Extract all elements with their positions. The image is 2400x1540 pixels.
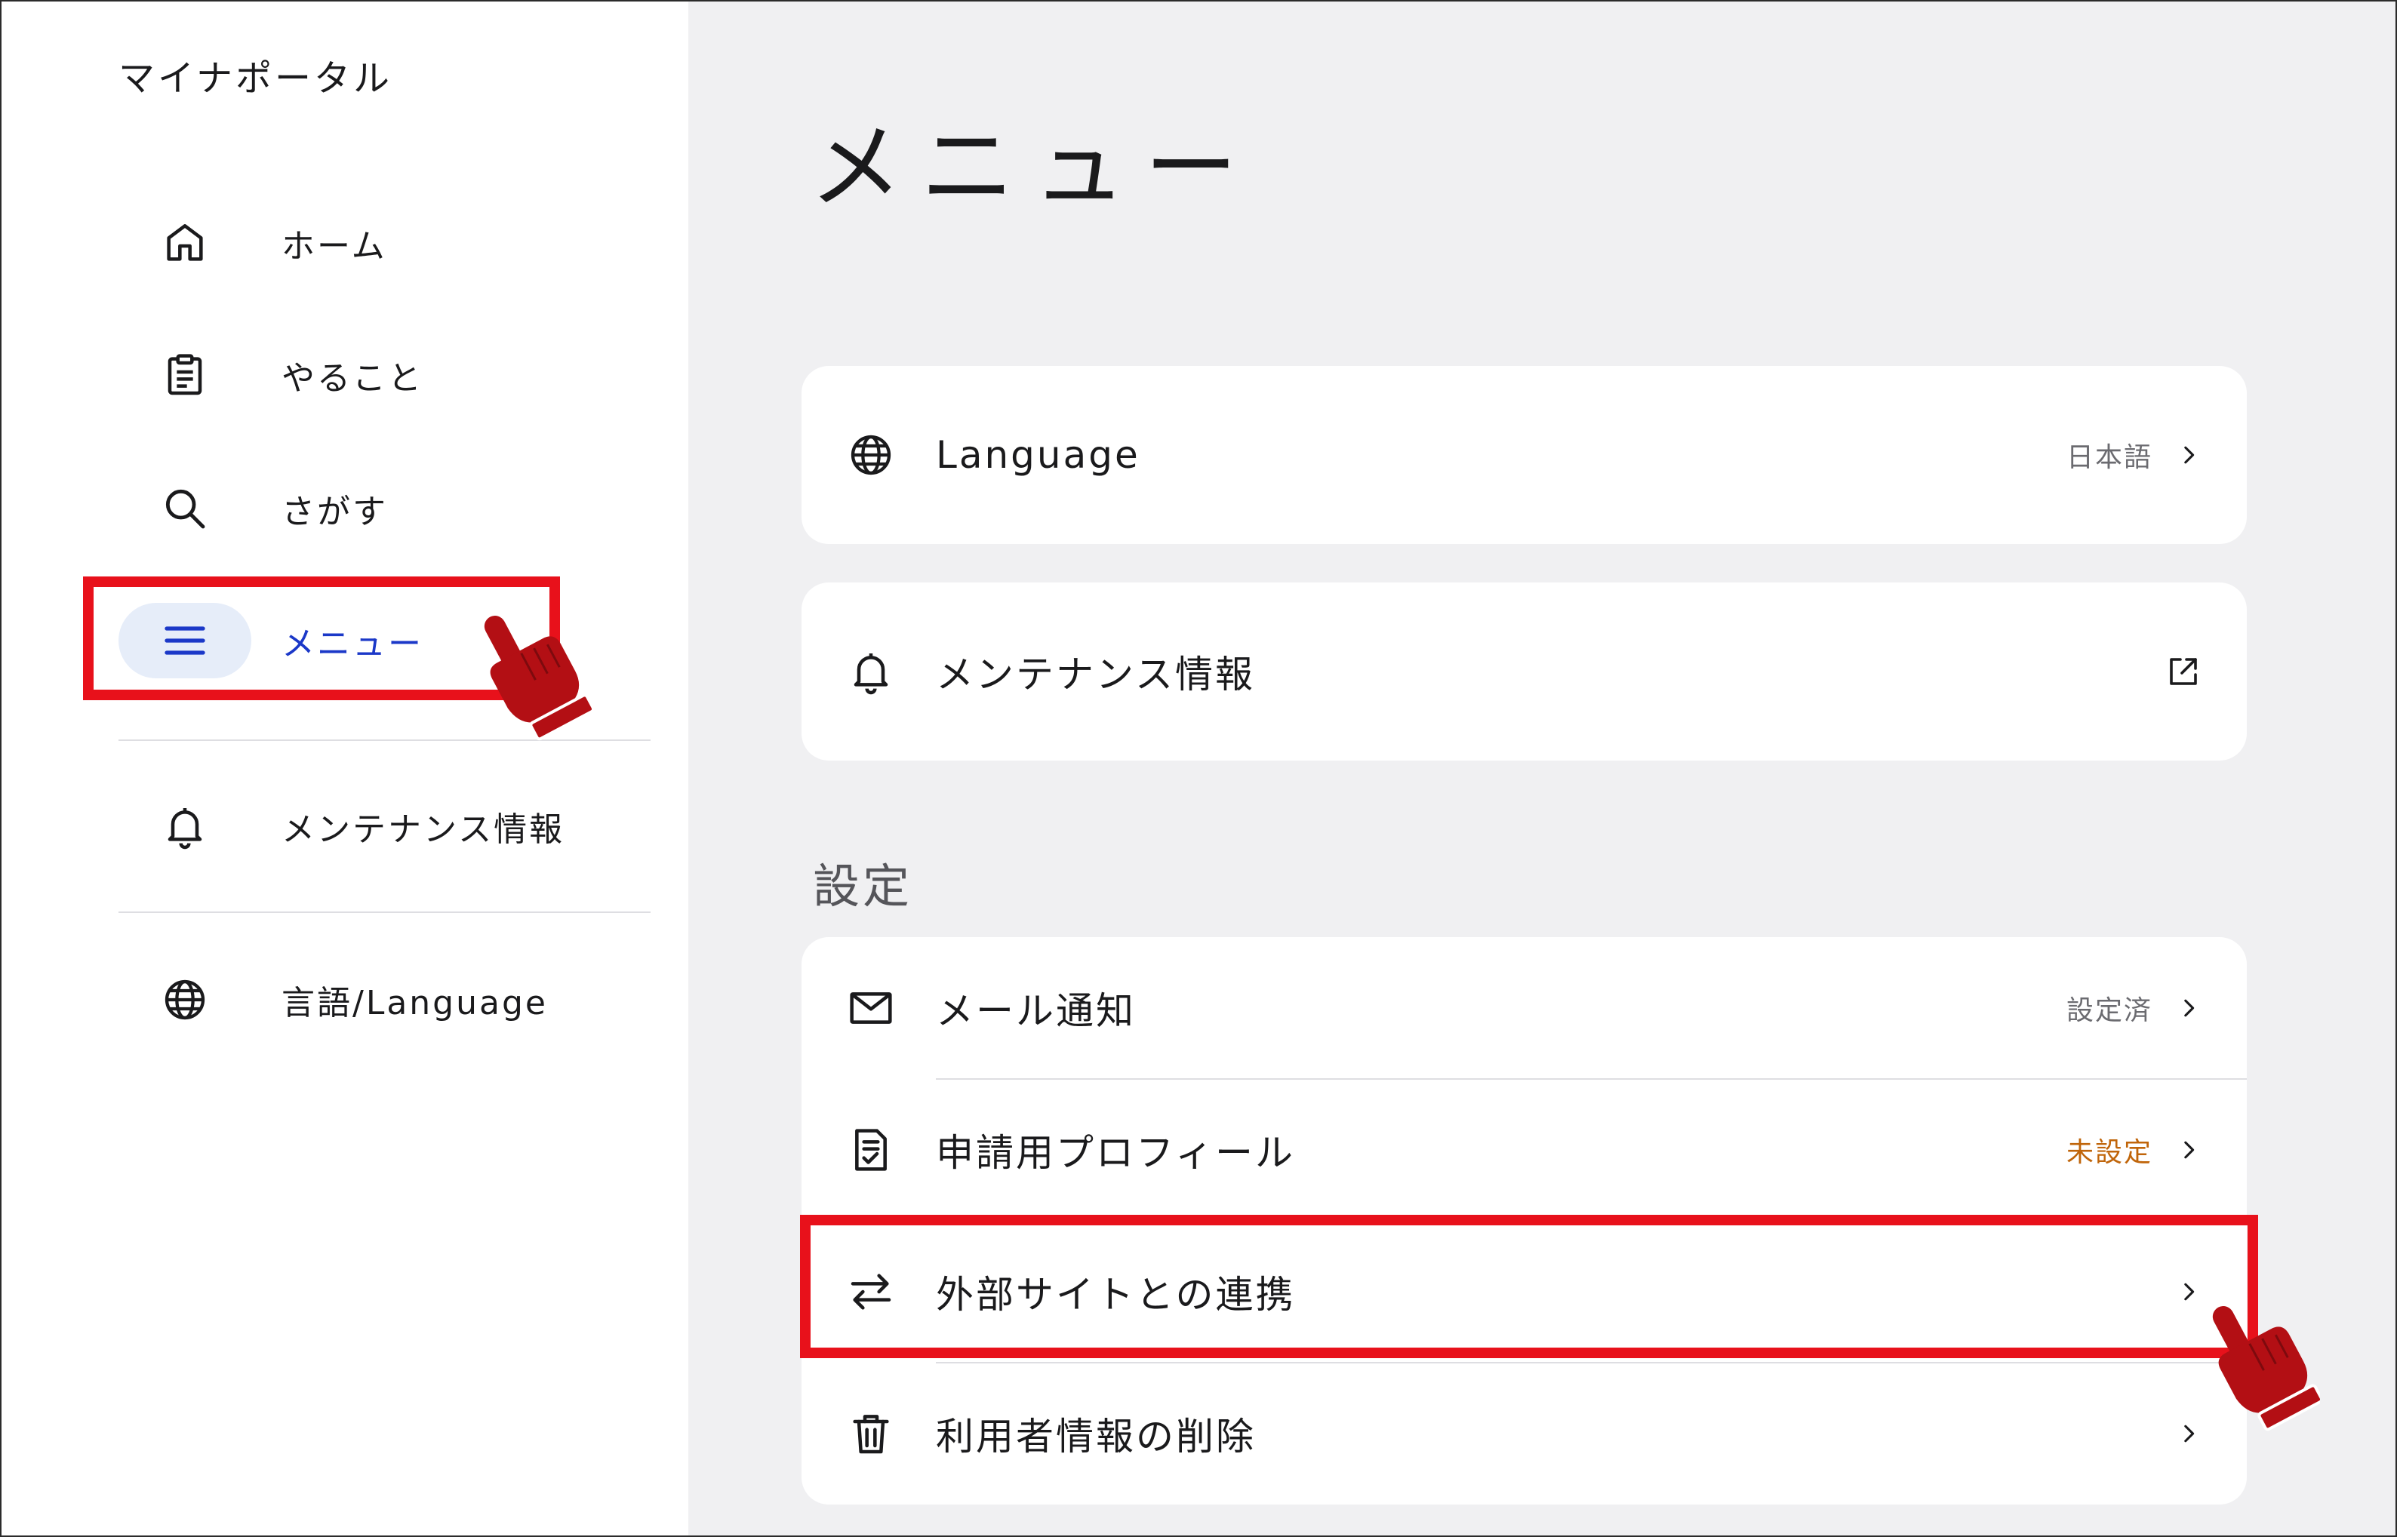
globe-icon bbox=[845, 429, 897, 481]
language-value: 日本語 bbox=[2066, 442, 2152, 473]
bell-icon bbox=[118, 788, 251, 864]
settings-item-profile[interactable]: 申請用プロフィール 未設定 bbox=[802, 1079, 2247, 1221]
globe-icon bbox=[118, 962, 251, 1037]
search-icon bbox=[118, 471, 251, 546]
sidebar-item-todo[interactable]: やること bbox=[118, 326, 647, 424]
settings-item-mail[interactable]: メール通知 設定済 bbox=[802, 937, 2247, 1079]
sidebar: マイナポータル ホーム やること さがす メニュー メンテナンス情報 言語/La… bbox=[2, 2, 688, 1535]
settings-section-label: 設定 bbox=[813, 859, 913, 914]
app-title: マイナポータル bbox=[118, 57, 393, 100]
mail-icon bbox=[845, 982, 897, 1034]
language-label: Language bbox=[936, 433, 1140, 477]
bell-icon bbox=[845, 646, 897, 697]
sidebar-item-home[interactable]: ホーム bbox=[118, 194, 647, 292]
sidebar-item-label: 言語/Language bbox=[282, 984, 548, 1022]
page-title: メニュー bbox=[809, 113, 1257, 222]
settings-item-external-link[interactable]: 外部サイトとの連携 bbox=[802, 1221, 2247, 1363]
hamburger-menu-icon bbox=[118, 603, 251, 678]
sidebar-item-label: メニュー bbox=[282, 625, 423, 663]
status-badge: 設定済 bbox=[2066, 995, 2152, 1026]
settings-item-label: 利用者情報の削除 bbox=[936, 1415, 1256, 1459]
chevron-right-icon bbox=[2177, 1135, 2200, 1165]
status-badge: 未設定 bbox=[2066, 1137, 2152, 1168]
sidebar-item-label: ホーム bbox=[282, 227, 387, 266]
home-icon bbox=[118, 205, 251, 281]
document-check-icon bbox=[845, 1124, 897, 1176]
sidebar-item-menu[interactable]: メニュー bbox=[118, 592, 647, 690]
sidebar-item-label: メンテナンス情報 bbox=[282, 810, 565, 849]
swap-arrows-icon bbox=[845, 1266, 897, 1317]
chevron-right-icon bbox=[2177, 1419, 2200, 1449]
maintenance-label: メンテナンス情報 bbox=[936, 653, 1255, 696]
sidebar-divider bbox=[118, 911, 651, 913]
chevron-right-icon bbox=[2177, 1277, 2200, 1307]
maintenance-row[interactable]: メンテナンス情報 bbox=[802, 582, 2247, 761]
settings-item-label: 外部サイトとの連携 bbox=[936, 1273, 1296, 1317]
external-link-icon bbox=[2165, 653, 2202, 690]
language-row[interactable]: Language 日本語 bbox=[802, 366, 2247, 544]
trash-icon bbox=[845, 1408, 897, 1459]
clipboard-icon bbox=[118, 337, 251, 413]
sidebar-item-search[interactable]: さがす bbox=[118, 460, 647, 558]
chevron-right-icon bbox=[2177, 993, 2200, 1023]
settings-card: メール通知 設定済 申請用プロフィール 未設定 外部サイトとの連携 利用者情報の… bbox=[802, 937, 2247, 1505]
maintenance-card: メンテナンス情報 bbox=[802, 582, 2247, 761]
sidebar-item-maintenance[interactable]: メンテナンス情報 bbox=[118, 777, 647, 875]
settings-item-label: 申請用プロフィール bbox=[936, 1131, 1295, 1175]
chevron-right-icon bbox=[2177, 440, 2200, 470]
settings-item-label: メール通知 bbox=[936, 989, 1136, 1033]
main-content: メニュー Language 日本語 メンテナンス情報 設定 メール通知 設定済 … bbox=[688, 2, 2395, 1535]
sidebar-divider bbox=[118, 739, 651, 741]
sidebar-item-language[interactable]: 言語/Language bbox=[118, 951, 647, 1049]
sidebar-item-label: やること bbox=[282, 359, 423, 398]
language-card: Language 日本語 bbox=[802, 366, 2247, 544]
settings-item-delete-user[interactable]: 利用者情報の削除 bbox=[802, 1363, 2247, 1505]
sidebar-item-label: さがす bbox=[282, 493, 388, 531]
